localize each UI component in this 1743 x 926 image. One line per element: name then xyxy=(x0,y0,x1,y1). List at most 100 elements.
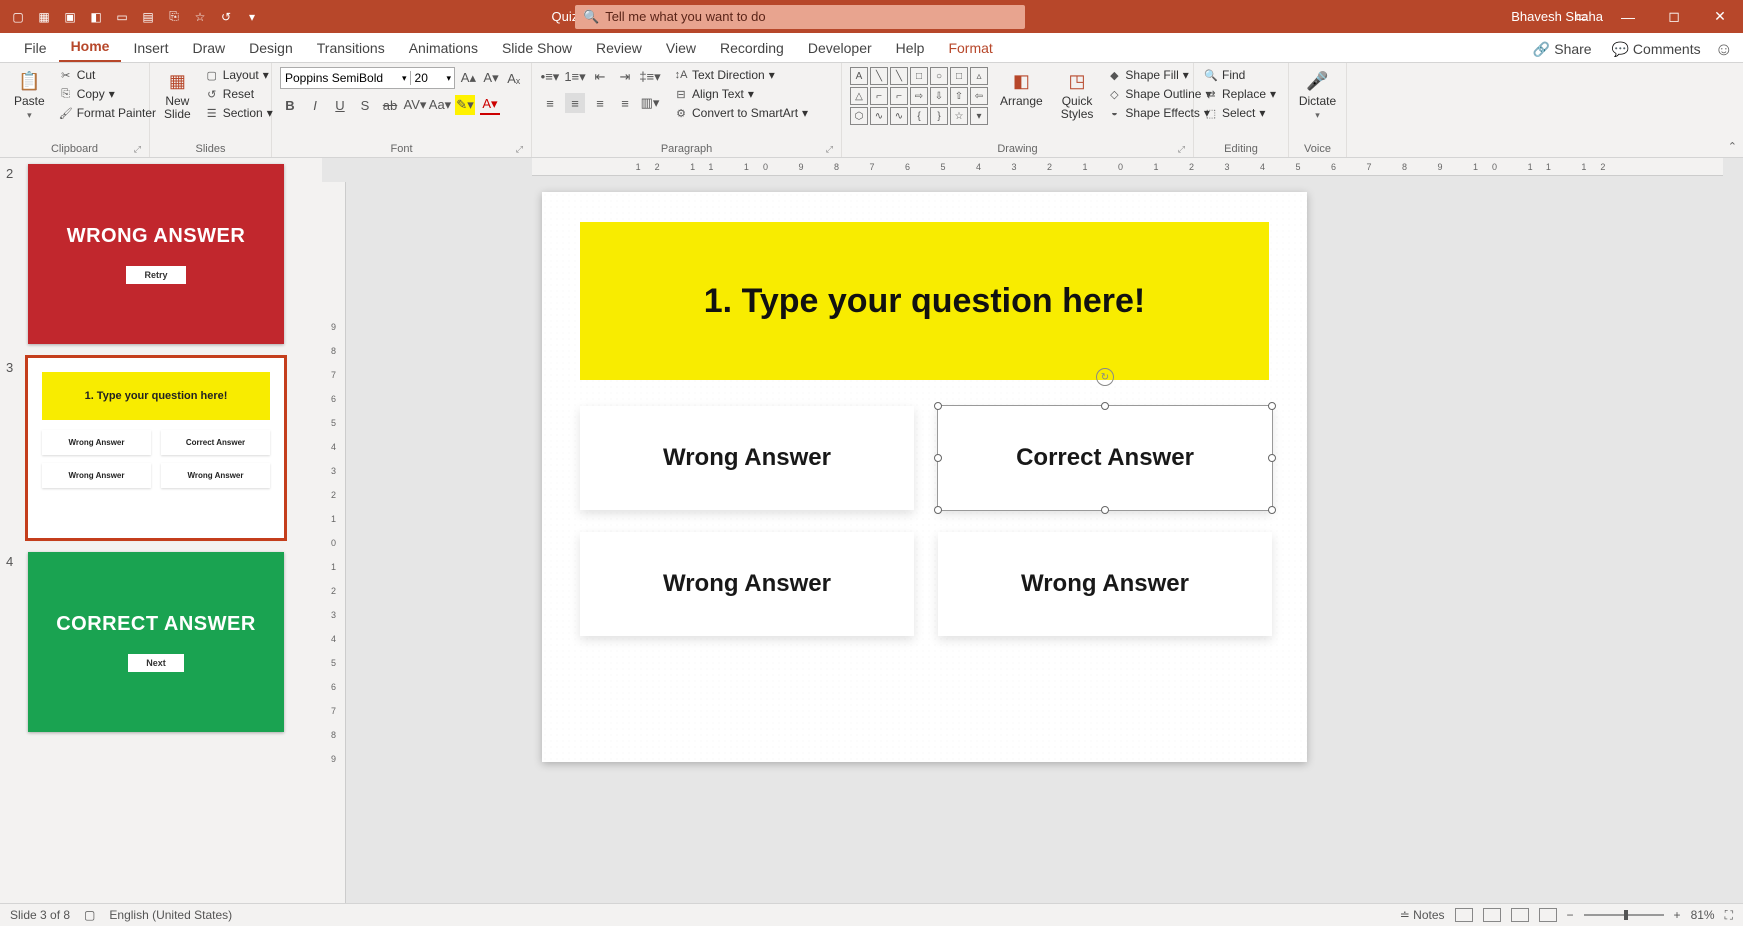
tab-design[interactable]: Design xyxy=(237,34,305,62)
qat-icon[interactable]: ▣ xyxy=(62,9,78,25)
selection-handle[interactable] xyxy=(1268,402,1276,410)
tab-slideshow[interactable]: Slide Show xyxy=(490,34,584,62)
slide-indicator[interactable]: Slide 3 of 8 xyxy=(10,908,70,922)
qat-icon[interactable]: ▦ xyxy=(36,9,52,25)
slideshow-view-icon[interactable] xyxy=(1539,908,1557,922)
language-indicator[interactable]: English (United States) xyxy=(109,908,232,922)
tab-animations[interactable]: Animations xyxy=(397,34,490,62)
underline-button[interactable]: U xyxy=(330,95,350,115)
qat-dropdown-icon[interactable]: ▾ xyxy=(244,9,260,25)
zoom-level[interactable]: 81% xyxy=(1691,908,1715,922)
zoom-slider[interactable] xyxy=(1584,914,1664,916)
font-selector[interactable]: Poppins SemiBold▾ 20▾ xyxy=(280,67,455,89)
tell-me-search[interactable]: 🔍 Tell me what you want to do xyxy=(575,5,1025,29)
close-icon[interactable]: ✕ xyxy=(1697,0,1743,33)
dictate-button[interactable]: 🎤 Dictate ▾ xyxy=(1297,67,1338,123)
minimize-icon[interactable]: — xyxy=(1605,0,1651,33)
italic-button[interactable]: I xyxy=(305,95,325,115)
arrange-button[interactable]: ◧ Arrange xyxy=(994,67,1049,110)
format-painter-button[interactable]: 🖌Format Painter xyxy=(57,105,158,121)
bold-button[interactable]: B xyxy=(280,95,300,115)
slide-editor[interactable]: 1. Type your question here! Wrong Answer… xyxy=(542,192,1307,762)
collapse-ribbon-icon[interactable]: ⌃ xyxy=(1728,140,1737,153)
share-button[interactable]: 🔗 Share xyxy=(1527,37,1598,62)
tab-recording[interactable]: Recording xyxy=(708,34,796,62)
tab-home[interactable]: Home xyxy=(59,32,122,62)
cut-button[interactable]: ✂Cut xyxy=(57,67,158,83)
numbering-button[interactable]: 1≡▾ xyxy=(565,67,585,87)
slide-canvas[interactable]: 12 11 10 9 8 7 6 5 4 3 2 1 0 1 2 3 4 5 6… xyxy=(322,158,1743,903)
increase-font-icon[interactable]: A▴ xyxy=(459,68,478,88)
launcher-icon[interactable]: ⤢ xyxy=(826,144,833,155)
quick-styles-button[interactable]: ◳ Quick Styles xyxy=(1055,67,1100,123)
qat-undo-icon[interactable]: ↺ xyxy=(218,9,234,25)
selection-handle[interactable] xyxy=(1101,506,1109,514)
ribbon-display-icon[interactable]: ▭ xyxy=(1559,0,1605,33)
line-spacing-button[interactable]: ‡≡▾ xyxy=(640,67,660,87)
tab-review[interactable]: Review xyxy=(584,34,654,62)
zoom-in-button[interactable]: + xyxy=(1674,908,1681,922)
launcher-icon[interactable]: ⤢ xyxy=(516,144,523,155)
selection-handle[interactable] xyxy=(1268,454,1276,462)
columns-button[interactable]: ▥▾ xyxy=(640,93,660,113)
layout-button[interactable]: ▢Layout ▾ xyxy=(203,67,275,83)
section-button[interactable]: ☰Section ▾ xyxy=(203,105,275,121)
reset-button[interactable]: ↺Reset xyxy=(203,86,275,102)
strike-button[interactable]: ab xyxy=(380,95,400,115)
tab-view[interactable]: View xyxy=(654,34,708,62)
feedback-icon[interactable]: ☺ xyxy=(1715,39,1733,60)
comments-button[interactable]: 💬 Comments xyxy=(1606,37,1707,62)
zoom-out-button[interactable]: − xyxy=(1567,908,1574,922)
shapes-gallery[interactable]: A╲╲□○□▵ △⌐⌐⇨⇩⇧⇦ ⬡∿∿{}☆▾ xyxy=(850,67,988,125)
bullets-button[interactable]: •≡▾ xyxy=(540,67,560,87)
replace-button[interactable]: ⇄Replace ▾ xyxy=(1202,86,1280,102)
selection-handle[interactable] xyxy=(934,402,942,410)
copy-button[interactable]: ⎘Copy ▾ xyxy=(57,86,158,102)
reading-view-icon[interactable] xyxy=(1511,908,1529,922)
maximize-icon[interactable]: ◻ xyxy=(1651,0,1697,33)
qat-icon[interactable]: ⎘ xyxy=(166,9,182,25)
launcher-icon[interactable]: ⤢ xyxy=(1178,144,1185,155)
answer-box-2[interactable]: Correct Answer xyxy=(938,406,1272,510)
normal-view-icon[interactable] xyxy=(1455,908,1473,922)
outdent-button[interactable]: ⇤ xyxy=(590,67,610,87)
decrease-font-icon[interactable]: A▾ xyxy=(482,68,501,88)
tab-draw[interactable]: Draw xyxy=(180,34,237,62)
qat-icon[interactable]: ◧ xyxy=(88,9,104,25)
tab-developer[interactable]: Developer xyxy=(796,34,884,62)
slide-thumbnails[interactable]: 2 WRONG ANSWER Retry 3 1. Type your ques… xyxy=(0,158,322,903)
selection-handle[interactable] xyxy=(934,454,942,462)
font-color-button[interactable]: A▾ xyxy=(480,95,500,115)
tab-transitions[interactable]: Transitions xyxy=(305,34,397,62)
indent-button[interactable]: ⇥ xyxy=(615,67,635,87)
justify-button[interactable]: ≡ xyxy=(615,93,635,113)
select-button[interactable]: ⬚Select ▾ xyxy=(1202,105,1280,121)
tab-insert[interactable]: Insert xyxy=(121,34,180,62)
slide-thumbnail-3[interactable]: 1. Type your question here! Wrong Answer… xyxy=(28,358,284,538)
align-text-button[interactable]: ⊟Align Text ▾ xyxy=(672,86,810,102)
fit-window-icon[interactable]: ⛶ xyxy=(1725,908,1733,923)
accessibility-icon[interactable]: ▢ xyxy=(84,908,95,922)
qat-icon[interactable]: ☆ xyxy=(192,9,208,25)
align-center-button[interactable]: ≡ xyxy=(565,93,585,113)
launcher-icon[interactable]: ⤢ xyxy=(134,144,141,155)
tab-help[interactable]: Help xyxy=(884,34,937,62)
smartart-button[interactable]: ⚙Convert to SmartArt ▾ xyxy=(672,105,810,121)
new-slide-button[interactable]: ▦ New Slide xyxy=(158,67,197,123)
answer-box-3[interactable]: Wrong Answer xyxy=(580,532,914,636)
align-left-button[interactable]: ≡ xyxy=(540,93,560,113)
question-header[interactable]: 1. Type your question here! xyxy=(580,222,1269,380)
slide-thumbnail-2[interactable]: WRONG ANSWER Retry xyxy=(28,164,284,344)
align-right-button[interactable]: ≡ xyxy=(590,93,610,113)
shadow-button[interactable]: S xyxy=(355,95,375,115)
selection-handle[interactable] xyxy=(934,506,942,514)
text-direction-button[interactable]: ↕AText Direction ▾ xyxy=(672,67,810,83)
selection-handle[interactable] xyxy=(1101,402,1109,410)
clear-format-icon[interactable]: Aₓ xyxy=(504,68,523,88)
answer-box-1[interactable]: Wrong Answer xyxy=(580,406,914,510)
rotate-handle-icon[interactable]: ↻ xyxy=(1096,368,1114,386)
find-button[interactable]: 🔍Find xyxy=(1202,67,1280,83)
tab-format[interactable]: Format xyxy=(936,34,1004,62)
qat-icon[interactable]: ▭ xyxy=(114,9,130,25)
case-button[interactable]: Aa▾ xyxy=(430,95,450,115)
